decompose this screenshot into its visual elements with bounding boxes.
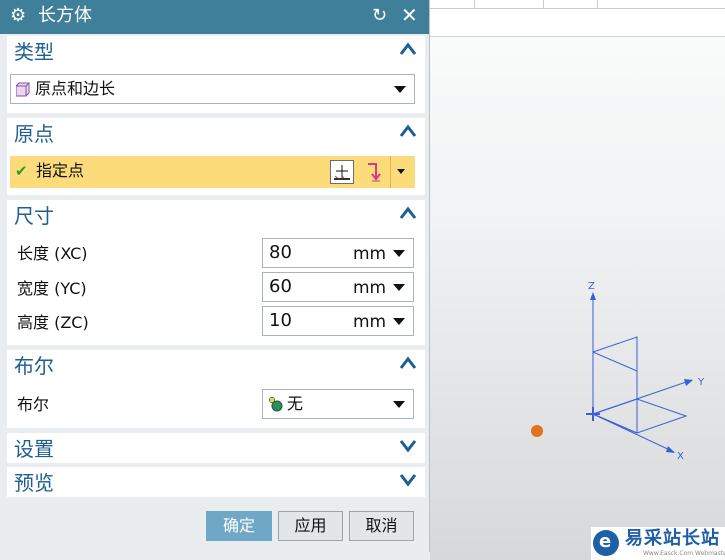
height-input[interactable]: 10 mm xyxy=(262,306,414,336)
cancel-button[interactable]: 取消 xyxy=(349,511,414,541)
graphics-viewport[interactable]: Z Y X e 易采站长站 Www.Easck.Com Webmaster xyxy=(430,0,725,560)
block-dialog: ⚙ 长方体 ↻ ✕ 类型 原点和边长 原点 ✔ 指定点 尺寸 长度 (XC) 8… xyxy=(0,0,430,552)
specify-point-label: 指定点 xyxy=(36,161,85,180)
boolean-dropdown-value: 无 xyxy=(287,394,304,413)
chevron-down-icon[interactable] xyxy=(399,471,417,489)
boolean-section: 布尔 布尔 无 xyxy=(7,350,425,428)
height-unit: mm xyxy=(353,312,385,332)
boolean-section-title[interactable]: 布尔 xyxy=(14,352,54,380)
dimensions-section: 尺寸 长度 (XC) 80 mm 宽度 (YC) 60 mm 高度 (ZC) 1… xyxy=(7,200,425,345)
origin-section-title[interactable]: 原点 xyxy=(14,120,54,148)
yz-plane xyxy=(592,336,638,415)
chevron-up-icon[interactable] xyxy=(399,204,417,222)
close-icon[interactable]: ✕ xyxy=(401,3,418,27)
preview-section[interactable]: 预览 xyxy=(7,467,425,497)
type-section-title[interactable]: 类型 xyxy=(14,38,54,66)
z-axis-arrow xyxy=(590,292,596,300)
boolean-dropdown[interactable]: 无 xyxy=(262,389,414,419)
y-axis-label: Y xyxy=(697,377,705,388)
y-axis-arrow xyxy=(684,379,693,386)
ok-button[interactable]: 确定 xyxy=(206,511,272,541)
watermark-text: 易采站长站 xyxy=(625,528,720,549)
inferred-point-icon[interactable] xyxy=(362,160,386,184)
settings-section-title[interactable]: 设置 xyxy=(14,435,54,463)
chevron-down-icon[interactable] xyxy=(393,318,405,325)
width-input[interactable]: 60 mm xyxy=(262,272,414,302)
chevron-up-icon[interactable] xyxy=(399,122,417,140)
z-axis-label: Z xyxy=(588,281,595,292)
dimensions-section-title[interactable]: 尺寸 xyxy=(14,202,54,230)
specify-point-row[interactable]: ✔ 指定点 xyxy=(10,156,415,188)
length-unit: mm xyxy=(353,244,385,264)
settings-section[interactable]: 设置 xyxy=(7,433,425,463)
gear-icon[interactable]: ⚙ xyxy=(10,6,26,26)
height-value: 10 xyxy=(269,310,292,331)
reset-icon[interactable]: ↻ xyxy=(372,5,387,27)
block-icon xyxy=(15,82,30,101)
x-axis-label: X xyxy=(677,451,684,462)
xz-plane xyxy=(592,351,638,434)
apply-button[interactable]: 应用 xyxy=(278,511,343,541)
wcs-triad: Z Y X xyxy=(531,281,705,462)
width-label: 宽度 (YC) xyxy=(17,279,87,298)
length-input[interactable]: 80 mm xyxy=(262,238,414,268)
checkmark-icon: ✔ xyxy=(15,162,28,180)
watermark-logo-icon: e xyxy=(593,530,619,556)
chevron-down-icon[interactable] xyxy=(393,250,405,257)
length-label: 长度 (XC) xyxy=(17,244,88,263)
boolean-none-icon xyxy=(268,396,284,416)
watermark-subtext: Www.Easck.Com Webmaster xyxy=(643,550,725,557)
width-value: 60 xyxy=(269,276,292,297)
xy-plane xyxy=(591,398,688,434)
chevron-up-icon[interactable] xyxy=(399,354,417,372)
point-row-divider xyxy=(390,156,391,188)
chevron-down-icon xyxy=(394,86,406,93)
chevron-down-icon[interactable] xyxy=(399,437,417,455)
chevron-down-icon xyxy=(393,401,405,408)
boolean-label: 布尔 xyxy=(17,395,50,414)
length-value: 80 xyxy=(269,242,292,263)
watermark: e 易采站长站 Www.Easck.Com Webmaster xyxy=(591,527,725,560)
chevron-up-icon[interactable] xyxy=(399,40,417,58)
height-label: 高度 (ZC) xyxy=(17,313,89,332)
dialog-title: 长方体 xyxy=(38,5,92,26)
type-dropdown-value: 原点和边长 xyxy=(35,79,116,98)
width-unit: mm xyxy=(353,278,385,298)
dialog-titlebar[interactable]: ⚙ 长方体 ↻ ✕ xyxy=(0,0,429,34)
x-axis-arrow xyxy=(666,446,675,453)
selected-point-marker[interactable] xyxy=(531,425,543,437)
chevron-down-icon[interactable] xyxy=(397,169,405,174)
type-dropdown[interactable]: 原点和边长 xyxy=(10,74,415,104)
chevron-down-icon[interactable] xyxy=(393,284,405,291)
type-section: 类型 原点和边长 xyxy=(7,36,425,113)
point-dialog-icon[interactable] xyxy=(330,160,354,184)
preview-section-title[interactable]: 预览 xyxy=(14,469,54,497)
